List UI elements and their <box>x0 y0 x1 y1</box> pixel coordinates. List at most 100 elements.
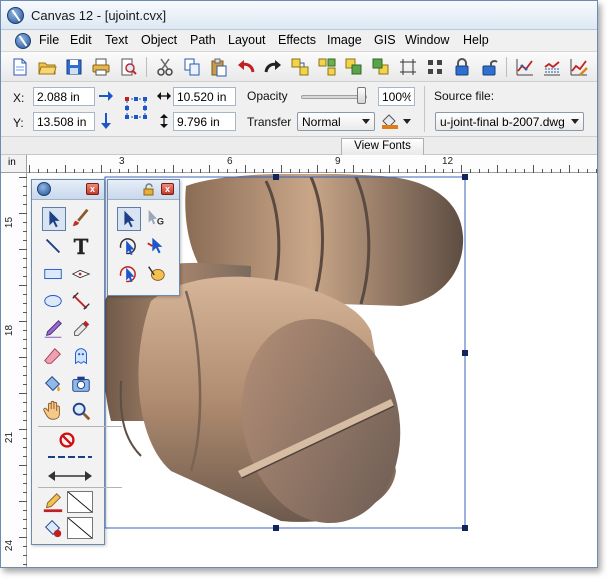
selection-palette-title-bar[interactable]: x <box>108 180 179 200</box>
width-field[interactable] <box>173 87 236 106</box>
transform-select-tool[interactable] <box>117 263 141 287</box>
copy-icon[interactable] <box>182 57 202 77</box>
print-icon[interactable] <box>91 57 111 77</box>
app-logo-icon[interactable] <box>7 7 24 24</box>
ruler-tick <box>560 169 561 173</box>
menu-path[interactable]: Path <box>190 33 216 47</box>
print-preview-icon[interactable] <box>118 57 138 77</box>
direct-select-tool[interactable] <box>117 207 141 231</box>
toolbox-title-bar[interactable]: x <box>32 180 104 200</box>
y-position-field[interactable] <box>33 112 95 131</box>
text-tool[interactable] <box>70 235 94 259</box>
cut-icon[interactable] <box>155 57 175 77</box>
toolbox-palette[interactable]: x <box>31 179 122 545</box>
document-canvas[interactable]: x x G <box>28 174 597 567</box>
menu-layout[interactable]: Layout <box>228 33 266 47</box>
x-label: X: <box>13 91 25 105</box>
rectangle-tool[interactable] <box>42 263 66 287</box>
undo-icon[interactable] <box>236 57 256 77</box>
lock-icon[interactable] <box>452 57 472 77</box>
save-icon[interactable] <box>64 57 84 77</box>
menu-file[interactable]: File <box>39 33 59 47</box>
chart-sheet-icon[interactable] <box>542 57 562 77</box>
pencil-tool[interactable] <box>42 318 66 342</box>
unlock-icon[interactable] <box>479 57 499 77</box>
selection-tools-palette[interactable]: x G <box>107 179 180 296</box>
document-menu-icon[interactable] <box>15 33 31 49</box>
send-back-icon[interactable] <box>344 57 364 77</box>
tab-view-fonts[interactable]: View Fonts <box>341 138 424 155</box>
horizontal-ruler[interactable]: 3 6 9 12 <box>27 155 597 173</box>
close-icon[interactable]: x <box>161 183 174 195</box>
ruler-tick <box>137 165 138 173</box>
ruler-tick <box>119 169 120 173</box>
source-file-select[interactable]: u-joint-final b-2007.dwg <box>435 112 584 131</box>
rotate-select-tool[interactable] <box>117 235 141 259</box>
redo-icon[interactable] <box>263 57 283 77</box>
ruler-tick <box>371 169 372 173</box>
dash-style-tool[interactable] <box>42 450 98 464</box>
selection-handle <box>273 525 279 531</box>
line-tool[interactable] <box>42 235 66 259</box>
title-bar[interactable]: Canvas 12 - [ujoint.cvx] <box>1 1 597 30</box>
fill-color-tool[interactable] <box>42 517 66 541</box>
menu-image[interactable]: Image <box>327 33 362 47</box>
opacity-slider-thumb[interactable] <box>357 87 366 104</box>
lasso-select-tool[interactable] <box>145 263 169 287</box>
transfer-label: Transfer <box>247 115 292 129</box>
padlock-icon[interactable] <box>142 183 155 196</box>
ruler-tick <box>23 204 27 205</box>
ruler-tick <box>551 169 552 173</box>
stroke-color-tool[interactable] <box>42 491 66 515</box>
image-tool[interactable] <box>70 373 94 397</box>
chart-edit-icon[interactable] <box>569 57 589 77</box>
paint-bucket-tool[interactable] <box>42 373 66 397</box>
arrowhead-tool[interactable] <box>42 467 98 485</box>
no-fill-icon <box>67 517 93 539</box>
menu-effects[interactable]: Effects <box>278 33 316 47</box>
distribute-icon[interactable] <box>425 57 445 77</box>
menu-window[interactable]: Window <box>405 33 449 47</box>
x-position-field[interactable] <box>33 87 95 106</box>
ruler-tick <box>23 330 27 331</box>
paste-icon[interactable] <box>209 57 229 77</box>
align-icon[interactable] <box>398 57 418 77</box>
subselect-tool[interactable] <box>145 235 169 259</box>
selection-tool[interactable] <box>42 207 66 231</box>
menu-edit[interactable]: Edit <box>70 33 92 47</box>
eyedropper-tool[interactable] <box>70 318 94 342</box>
arrow-pointer-icon <box>49 210 60 228</box>
oval-tool[interactable] <box>42 290 66 314</box>
transfer-mode-select[interactable]: Normal <box>297 112 375 131</box>
menu-text[interactable]: Text <box>105 33 128 47</box>
ruler-tick <box>407 169 408 173</box>
pen-tool[interactable] <box>70 263 94 287</box>
stroke-swatch[interactable] <box>67 491 93 513</box>
bring-front-icon[interactable] <box>371 57 391 77</box>
ruler-tick <box>23 276 27 277</box>
vertical-ruler[interactable]: 15 18 21 24 <box>1 173 27 567</box>
eraser-tool[interactable] <box>42 345 66 369</box>
menu-gis[interactable]: GIS <box>374 33 396 47</box>
hand-tool[interactable] <box>42 400 66 424</box>
opacity-field[interactable] <box>378 87 415 106</box>
close-icon[interactable]: x <box>86 183 99 195</box>
line-chart-icon[interactable] <box>515 57 535 77</box>
group-icon[interactable] <box>290 57 310 77</box>
reference-point-icon[interactable] <box>123 95 149 121</box>
transfer-color-picker[interactable] <box>379 112 413 131</box>
new-document-icon[interactable] <box>10 57 30 77</box>
fill-swatch[interactable] <box>67 517 93 539</box>
menu-object[interactable]: Object <box>141 33 177 47</box>
open-folder-icon[interactable] <box>37 57 57 77</box>
dimension-tool[interactable] <box>70 290 94 314</box>
group-select-tool[interactable]: G <box>145 207 169 231</box>
sprayer-tool[interactable] <box>70 345 94 369</box>
brush-tool[interactable] <box>70 207 94 231</box>
ungroup-icon[interactable] <box>317 57 337 77</box>
menu-help[interactable]: Help <box>463 33 489 47</box>
ruler-unit-corner[interactable]: in <box>1 155 27 173</box>
height-field[interactable] <box>173 112 236 131</box>
zoom-tool[interactable] <box>70 400 94 424</box>
ruler-tick <box>23 519 27 520</box>
